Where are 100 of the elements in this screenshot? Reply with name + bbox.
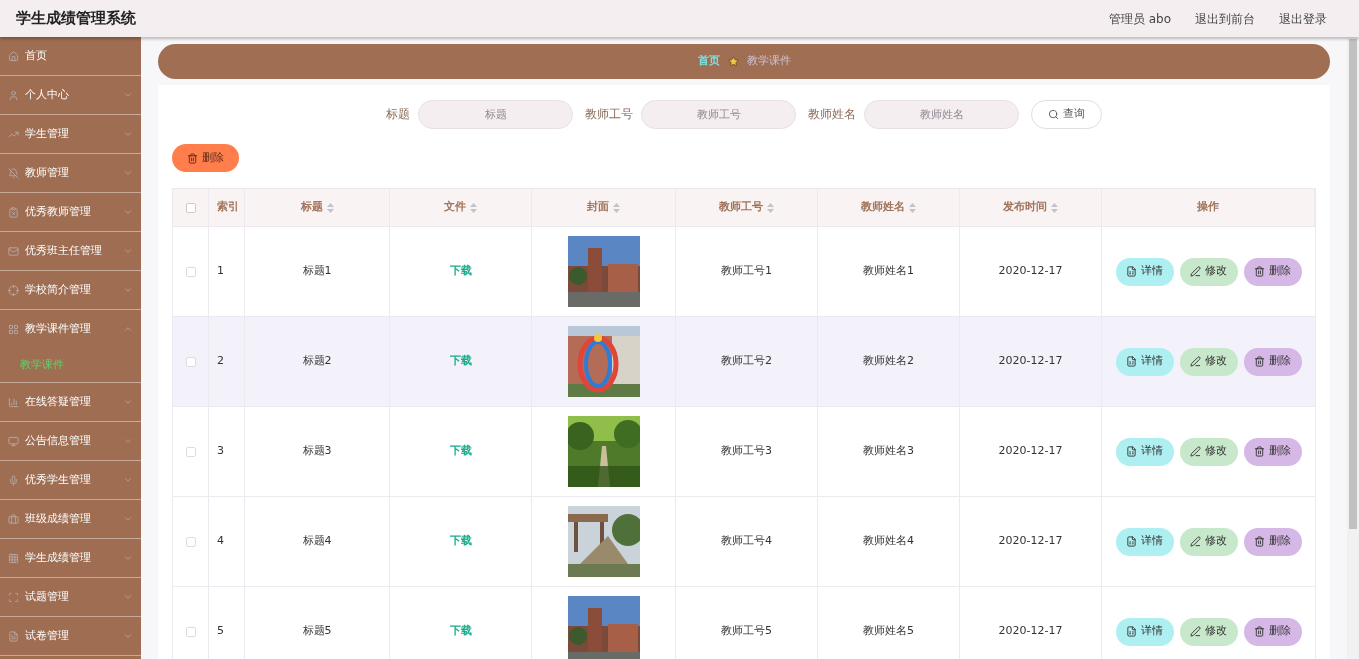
search-field[interactable]: 教师姓名 <box>864 99 1019 129</box>
detail-button[interactable]: 详情 <box>1115 437 1174 466</box>
delete-button[interactable]: 删除 <box>1243 617 1302 646</box>
table-cell: 2020-12-17 <box>998 443 1063 460</box>
sidebar-item[interactable]: 学生成绩管理 <box>0 539 141 577</box>
edit-button[interactable]: 修改 <box>1179 347 1238 376</box>
detail-button[interactable]: 详情 <box>1115 527 1174 556</box>
edit-icon <box>1190 356 1201 367</box>
sidebar-item[interactable]: 个人中心 <box>0 76 141 114</box>
delete-button[interactable]: 删除 <box>1243 347 1302 376</box>
bar-chart-icon <box>8 396 19 408</box>
download-link[interactable]: 下载 <box>449 353 472 370</box>
download-link[interactable]: 下载 <box>449 263 472 280</box>
download-link[interactable]: 下载 <box>449 623 472 640</box>
sidebar-item[interactable]: 公告信息管理 <box>0 422 141 460</box>
bell-off-icon <box>8 167 19 179</box>
table-cell: 教师姓名3 <box>863 443 914 460</box>
download-link[interactable]: 下载 <box>449 443 472 460</box>
document-icon <box>1126 266 1137 277</box>
checkbox[interactable] <box>185 266 196 277</box>
checkbox[interactable] <box>185 626 196 637</box>
home-icon <box>8 50 19 62</box>
briefcase-icon <box>8 513 19 525</box>
sort-icon[interactable] <box>470 202 477 213</box>
grid-icon <box>8 552 19 564</box>
sidebar-item[interactable]: 优秀班主任管理 <box>0 232 141 270</box>
chevron-down-icon <box>123 207 133 217</box>
chevron-down-icon <box>123 246 133 256</box>
column-header: 操作 <box>1197 199 1219 216</box>
delete-button[interactable]: 删除 <box>1243 257 1302 286</box>
scrollbar[interactable] <box>1347 37 1359 659</box>
sort-icon[interactable] <box>326 202 334 213</box>
sidebar-item[interactable]: 优秀学生管理 <box>0 461 141 499</box>
table-cell: 2020-12-17 <box>998 533 1063 550</box>
scan-icon <box>8 591 19 603</box>
sidebar-item[interactable]: 学校简介管理 <box>0 271 141 309</box>
column-header: 标题 <box>300 199 323 216</box>
download-link[interactable]: 下载 <box>449 533 472 550</box>
sort-icon[interactable] <box>909 202 916 213</box>
star-icon <box>727 56 739 67</box>
detail-button[interactable]: 详情 <box>1115 257 1174 286</box>
trash-icon <box>1254 266 1265 277</box>
delete-button[interactable]: 删除 <box>172 144 239 172</box>
edit-button[interactable]: 修改 <box>1179 437 1238 466</box>
edit-icon <box>1190 446 1201 457</box>
chevron-down-icon <box>123 285 133 295</box>
trash-icon <box>187 152 198 164</box>
edit-icon <box>1190 626 1201 637</box>
edit-button[interactable]: 修改 <box>1179 257 1238 286</box>
chevron-down-icon <box>123 129 133 139</box>
submenu-item[interactable]: 教学课件 <box>0 348 141 382</box>
search-field[interactable]: 标题 <box>418 99 573 129</box>
table-cell: 2020-12-17 <box>998 623 1063 640</box>
detail-button[interactable]: 详情 <box>1115 347 1174 376</box>
checkbox[interactable] <box>185 536 196 547</box>
chevron-down-icon <box>123 553 133 563</box>
delete-button[interactable]: 删除 <box>1243 437 1302 466</box>
trash-icon <box>1254 626 1265 637</box>
sidebar-item[interactable]: 教学课件管理 <box>0 310 141 348</box>
sidebar-item[interactable]: 首页 <box>0 37 141 75</box>
checkbox[interactable] <box>185 356 196 367</box>
chevron-down-icon <box>123 475 133 485</box>
sidebar-item[interactable]: 优秀教师管理 <box>0 193 141 231</box>
breadcrumb-link[interactable]: 首页 <box>697 53 720 70</box>
table-cell: 教师姓名5 <box>863 623 914 640</box>
user-icon <box>8 89 19 101</box>
header-link[interactable]: 退出登录 <box>1279 9 1327 28</box>
edit-button[interactable]: 修改 <box>1179 617 1238 646</box>
sidebar-item[interactable]: 学生管理 <box>0 115 141 153</box>
table-cell: 教师姓名2 <box>863 353 914 370</box>
column-header: 发布时间 <box>1003 199 1047 216</box>
sidebar-item[interactable]: 试卷管理 <box>0 617 141 655</box>
search-icon <box>1048 108 1059 120</box>
sort-icon[interactable] <box>613 202 620 213</box>
table-cell: 教师工号5 <box>721 623 772 640</box>
sidebar-item[interactable]: 在线答疑管理 <box>0 383 141 421</box>
trash-icon <box>1254 536 1265 547</box>
edit-button[interactable]: 修改 <box>1179 527 1238 556</box>
sort-icon[interactable] <box>1051 202 1058 213</box>
table-cell: 2020-12-17 <box>998 263 1063 280</box>
detail-button[interactable]: 详情 <box>1115 617 1174 646</box>
sidebar-item[interactable]: 试题管理 <box>0 578 141 616</box>
search-button[interactable]: 查询 <box>1031 99 1102 129</box>
field-label: 教师工号 <box>585 106 633 123</box>
chevron-up-icon <box>123 324 133 334</box>
user-label: 管理员 abo <box>1108 10 1171 28</box>
delete-button[interactable]: 删除 <box>1243 527 1302 556</box>
checkbox[interactable] <box>185 202 196 213</box>
crosshair-icon <box>8 284 19 296</box>
clipboard-icon <box>8 206 19 218</box>
sort-icon[interactable] <box>767 202 774 213</box>
breadcrumb-current: 教学课件 <box>746 53 791 70</box>
table-cell: 标题4 <box>302 533 332 550</box>
sidebar-item[interactable]: 班级成绩管理 <box>0 500 141 538</box>
sidebar-item[interactable]: 教师管理 <box>0 154 141 192</box>
search-field[interactable]: 教师工号 <box>641 99 796 129</box>
header-link[interactable]: 退出到前台 <box>1195 9 1255 28</box>
table-cell: 2 <box>217 353 224 370</box>
microphone-icon <box>8 474 19 486</box>
checkbox[interactable] <box>185 446 196 457</box>
